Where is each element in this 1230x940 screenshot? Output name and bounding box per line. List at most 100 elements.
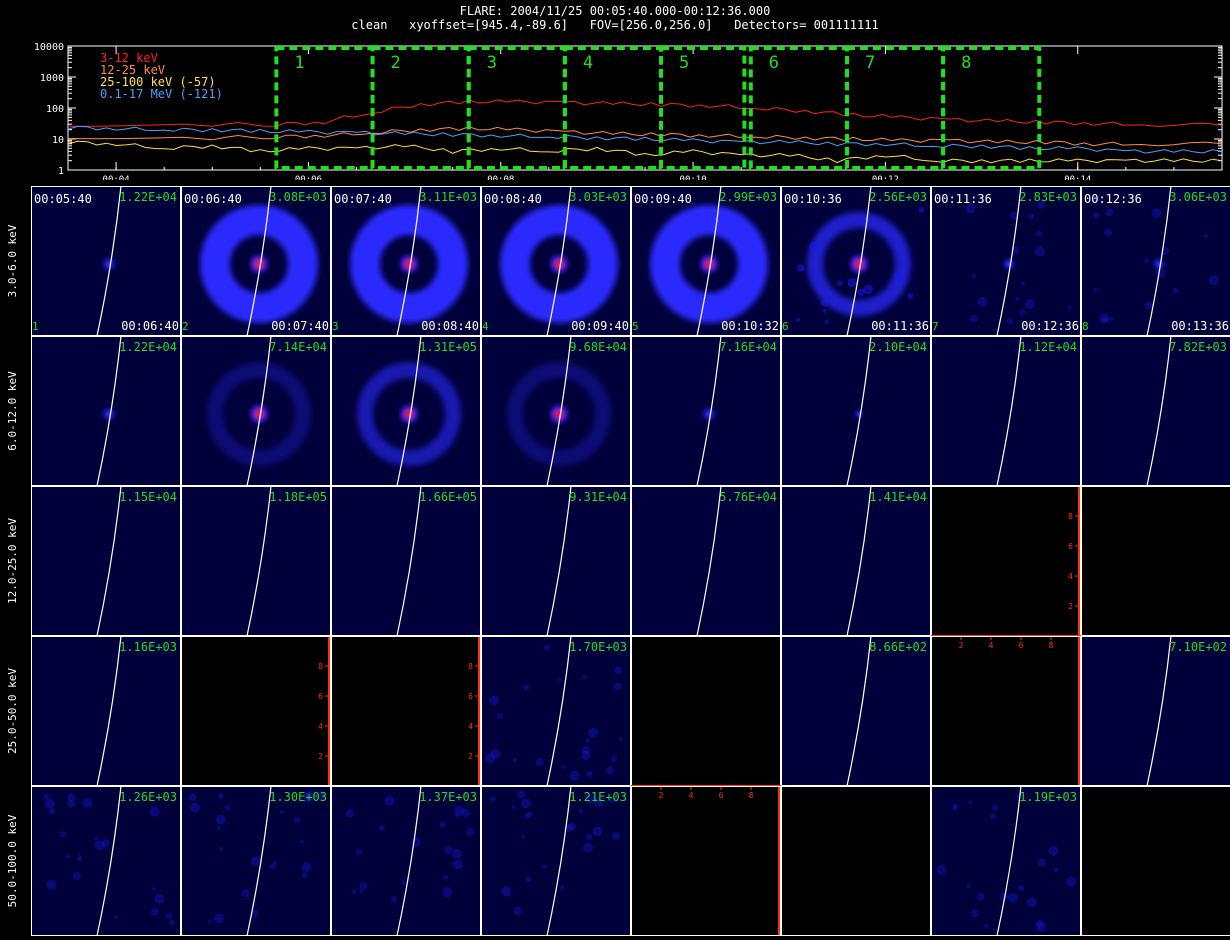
image-background <box>181 486 331 636</box>
noise-speck <box>613 682 622 691</box>
start-time: 00:12:36 <box>1084 192 1142 206</box>
image-cell: 3.11E+03 00:07:40 00:08:40 3 <box>331 186 481 337</box>
peak-value: 1.12E+04 <box>1019 340 1077 354</box>
noise-speck <box>43 793 50 800</box>
noise-speck <box>1035 230 1042 237</box>
peak-value: 9.31E+04 <box>569 490 627 504</box>
noise-speck <box>1054 867 1059 872</box>
image-cell: 2 4 6 8 <box>331 636 481 786</box>
noise-speck <box>280 810 285 815</box>
axis-tick-label: 2 <box>468 752 473 761</box>
interval-label: 1 <box>294 53 304 73</box>
x-tick-label: 00:12 <box>872 175 899 180</box>
image-cell: 3.08E+03 00:06:40 00:07:40 2 <box>181 186 331 337</box>
image-cell: 1.30E+03 <box>181 785 331 937</box>
series-line <box>67 140 1223 164</box>
x-tick-label: 00:06 <box>295 175 322 180</box>
noise-speck <box>614 666 623 675</box>
noise-speck <box>517 790 526 799</box>
noise-speck <box>94 836 99 841</box>
noise-speck <box>1203 234 1208 239</box>
noise-speck <box>224 804 231 811</box>
end-time: 00:06:40 <box>121 319 179 333</box>
axis-tick-label: 4 <box>468 722 473 731</box>
start-time: 00:07:40 <box>334 192 392 206</box>
noise-speck <box>796 317 801 322</box>
image-background <box>31 636 181 786</box>
image-background <box>1081 786 1230 936</box>
image-cell: 2.56E+03 00:10:36 00:11:36 6 <box>781 186 931 337</box>
image-cell: 8.66E+02 <box>781 635 931 787</box>
noise-speck <box>586 771 593 778</box>
noise-speck <box>809 241 820 252</box>
interval-number: 3 <box>332 320 339 333</box>
noise-speck <box>513 758 518 763</box>
noise-speck <box>355 848 362 855</box>
interval-number: 4 <box>482 320 489 333</box>
y-tick-label: 10000 <box>34 42 64 53</box>
noise-speck <box>952 803 959 810</box>
noise-speck <box>513 906 522 915</box>
noise-speck <box>1144 301 1153 310</box>
series-line <box>68 99 1223 127</box>
noise-speck <box>863 284 874 295</box>
noise-speck <box>94 840 105 851</box>
end-time: 00:10:32 <box>721 319 779 333</box>
noise-speck <box>301 862 312 873</box>
noise-speck <box>612 832 621 841</box>
x-tick-label: 00:08 <box>487 175 514 180</box>
image-background <box>781 486 931 636</box>
lightcurve-frame <box>67 45 1223 171</box>
noise-speck <box>215 814 226 825</box>
noise-speck <box>217 825 222 830</box>
noise-speck <box>543 644 550 651</box>
noise-speck <box>250 856 261 867</box>
peak-value: 1.18E+05 <box>269 490 327 504</box>
image-background <box>1081 636 1230 786</box>
noise-speck <box>59 831 66 838</box>
interval-label: 7 <box>865 53 875 73</box>
peak-value: 2.83E+03 <box>1019 190 1077 204</box>
noise-speck <box>1144 258 1149 263</box>
axis-tick-label: 8 <box>1068 512 1073 521</box>
noise-speck <box>1067 305 1072 310</box>
noise-speck <box>1034 246 1045 257</box>
peak-value: 5.76E+04 <box>719 490 777 504</box>
interval-label: 2 <box>391 53 401 73</box>
noise-speck <box>299 839 304 844</box>
noise-speck <box>521 798 532 809</box>
axis-tick-label: 8 <box>1049 641 1054 650</box>
image-background <box>631 486 781 636</box>
peak-value: 7.10E+02 <box>1169 640 1227 654</box>
peak-value: 3.08E+03 <box>269 190 327 204</box>
image-background <box>781 786 931 936</box>
noise-speck <box>991 804 998 811</box>
noise-speck <box>1093 212 1100 219</box>
image-background <box>1081 336 1230 486</box>
image-background <box>631 636 781 786</box>
image-cell: 1.70E+03 <box>481 635 631 787</box>
image-background <box>481 486 631 636</box>
noise-speck <box>44 798 55 809</box>
peak-value: 1.22E+04 <box>119 340 177 354</box>
noise-speck <box>384 796 395 807</box>
noise-speck <box>847 277 858 288</box>
noise-speck <box>188 793 197 802</box>
interval-label: 3 <box>487 53 497 73</box>
image-cell: 2 4 6 8 <box>181 636 331 786</box>
start-time: 00:06:40 <box>184 192 242 206</box>
axis-tick-label: 6 <box>1019 641 1024 650</box>
peak-value: 1.70E+03 <box>569 640 627 654</box>
axis-tick-label: 4 <box>1068 572 1073 581</box>
peak-value: 1.19E+03 <box>1019 790 1077 804</box>
noise-speck <box>1007 892 1018 903</box>
noise-speck <box>1109 317 1114 322</box>
noise-speck <box>971 273 976 278</box>
noise-speck <box>1099 313 1110 324</box>
image-background <box>781 636 931 786</box>
axis-tick-label: 2 <box>959 641 964 650</box>
image-background <box>331 486 481 636</box>
noise-speck <box>67 793 76 802</box>
noise-speck <box>1017 884 1024 891</box>
title-line-params: clean xyoffset=[945.4,-89.6] FOV=[256.0,… <box>351 18 879 32</box>
